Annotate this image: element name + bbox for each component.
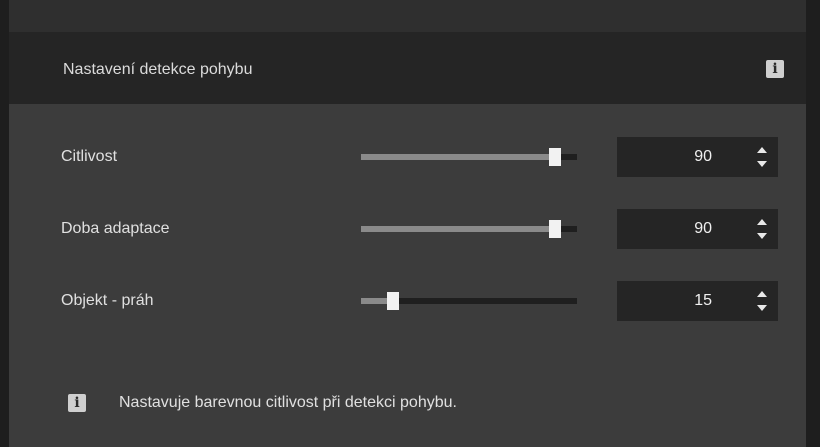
setting-row-objekt-prah: Objekt - práh 15 (9, 281, 806, 321)
setting-row-citlivost: Citlivost 90 (9, 137, 806, 177)
spinbox-value[interactable]: 15 (694, 292, 712, 310)
panel-title: Nastavení detekce pohybu (63, 61, 253, 78)
hint-text: Nastavuje barevnou citlivost při detekci… (119, 394, 457, 411)
setting-label: Citlivost (61, 148, 118, 165)
slider-thumb[interactable] (387, 292, 400, 310)
slider-thumb[interactable] (549, 220, 562, 238)
window-border-left (0, 0, 9, 447)
citlivost-slider[interactable] (361, 148, 577, 166)
objekt-prah-slider[interactable] (361, 292, 577, 310)
citlivost-spinbox[interactable]: 90 (617, 137, 778, 177)
spin-up-icon[interactable] (757, 219, 767, 225)
slider-fill (361, 226, 556, 232)
setting-row-doba-adaptace: Doba adaptace 90 (9, 209, 806, 249)
slider-thumb[interactable] (549, 148, 562, 166)
window-border-right (806, 0, 820, 447)
panel-header: Nastavení detekce pohybu i (9, 32, 806, 104)
spin-down-icon[interactable] (757, 233, 767, 239)
panel-body: Citlivost 90 Doba adaptace 90 Objekt - p… (9, 104, 806, 447)
doba-adaptace-slider[interactable] (361, 220, 577, 238)
spin-down-icon[interactable] (757, 161, 767, 167)
spin-down-icon[interactable] (757, 305, 767, 311)
setting-label: Objekt - práh (61, 292, 154, 309)
doba-adaptace-spinbox[interactable]: 90 (617, 209, 778, 249)
info-icon[interactable]: i (766, 60, 784, 78)
setting-label: Doba adaptace (61, 220, 170, 237)
hint-info-icon: i (68, 394, 86, 412)
top-strip (9, 0, 806, 32)
spin-up-icon[interactable] (757, 147, 767, 153)
spinbox-value[interactable]: 90 (694, 220, 712, 238)
settings-window: Nastavení detekce pohybu i Citlivost 90 … (0, 0, 820, 447)
slider-fill (361, 154, 556, 160)
spinbox-value[interactable]: 90 (694, 148, 712, 166)
objekt-prah-spinbox[interactable]: 15 (617, 281, 778, 321)
spin-up-icon[interactable] (757, 291, 767, 297)
